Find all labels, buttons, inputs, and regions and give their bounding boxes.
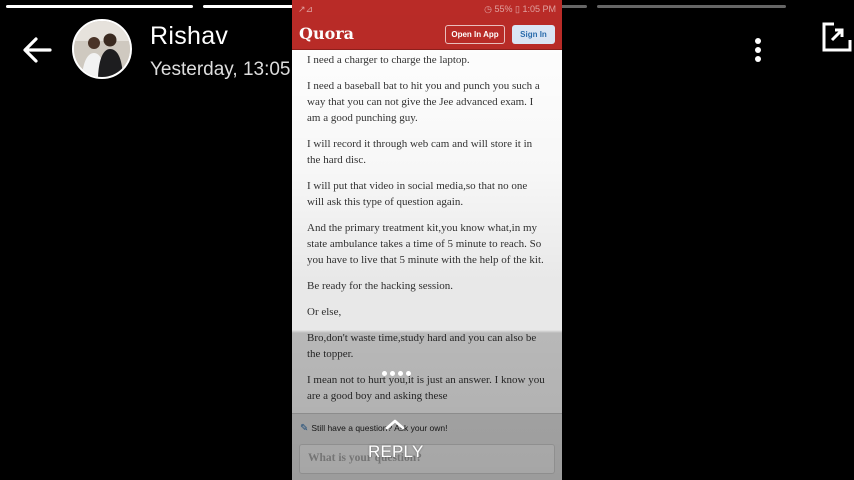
story-timestamp: Yesterday, 13:05 (150, 59, 291, 80)
share-icon (822, 22, 852, 52)
loading-dot (382, 371, 387, 376)
story-progress-1 (6, 5, 193, 8)
answer-paragraph: I need a charger to charge the laptop. (307, 54, 470, 66)
story-progress-4 (597, 5, 786, 8)
loading-dot (390, 371, 395, 376)
open-in-app-button: Open In App (445, 25, 505, 44)
avatar-photo (74, 21, 130, 77)
story-progress-fill-1 (6, 5, 193, 8)
question-input: What is your question? (299, 444, 555, 474)
ask-own-link: ✎ Still have a question? Ask your own! (300, 423, 447, 434)
answer-paragraph: I will record it through web cam and wil… (307, 138, 533, 166)
reply-button[interactable]: REPLY (368, 442, 424, 462)
status-image[interactable]: ↗⊿ ◷ 55% ▯ 1:05 PM Quora Open In App Sig… (292, 0, 562, 480)
loading-dot (406, 371, 411, 376)
quora-logo: Quora (299, 24, 355, 43)
answer-paragraph: And the primary treatment kit,you know w… (307, 222, 544, 266)
loading-dot (398, 371, 403, 376)
quora-header: Quora Open In App Sign In (292, 18, 562, 50)
loading-dots (382, 371, 411, 376)
back-button[interactable] (18, 32, 58, 68)
answer-paragraph: Bro,don't waste time,study hard and you … (307, 332, 537, 360)
share-button[interactable] (820, 20, 854, 54)
signal-icon: ↗⊿ (298, 4, 314, 14)
answer-paragraph: Or else, (307, 306, 342, 318)
avatar[interactable] (72, 19, 132, 79)
phone-status-bar: ↗⊿ ◷ 55% ▯ 1:05 PM (292, 0, 562, 18)
back-arrow-icon (23, 37, 52, 63)
ask-question-bar: ✎ Still have a question? Ask your own! Wh… (292, 413, 562, 480)
answer-paragraph: I mean not to hurt you,it is just an ans… (307, 374, 545, 402)
pencil-icon: ✎ (300, 423, 309, 434)
sign-in-button: Sign In (512, 25, 555, 44)
contact-name: Rishav (150, 22, 229, 50)
answer-text: I need a charger to charge the laptop. I… (307, 52, 547, 414)
answer-paragraph: Be ready for the hacking session. (307, 280, 454, 292)
chevron-up-icon[interactable] (384, 418, 406, 430)
answer-paragraph: I need a baseball bat to hit you and pun… (307, 80, 540, 124)
status-bar-right: ◷ 55% ▯ 1:05 PM (484, 4, 556, 14)
answer-paragraph: I will put that video in social media,so… (307, 180, 528, 208)
more-vertical-icon (755, 38, 761, 62)
more-options-button[interactable] (748, 36, 768, 64)
ask-own-label: Still have a question? Ask your own! (311, 423, 448, 433)
